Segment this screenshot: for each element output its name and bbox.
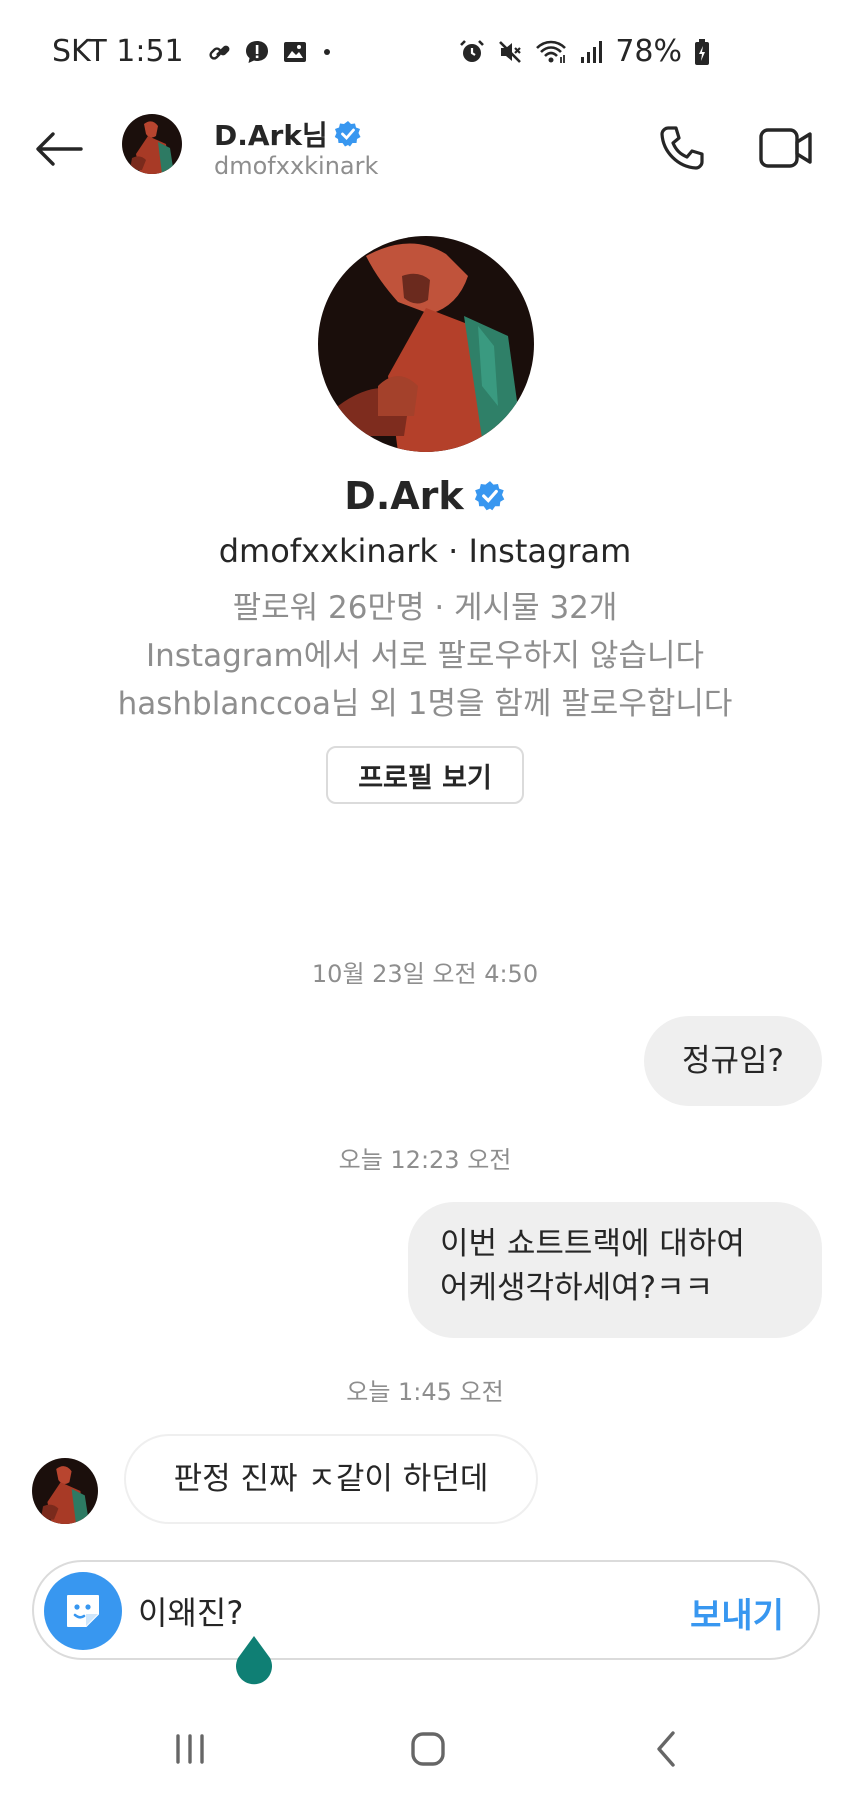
- status-bar: SKT 1:51 78%: [0, 0, 850, 100]
- profile-username-line: dmofxxkinark · Instagram: [218, 532, 632, 570]
- sticker-button[interactable]: [44, 1572, 122, 1650]
- message-text-line: 이번 쇼트트랙에 대하여: [440, 1226, 745, 1262]
- outgoing-message[interactable]: 정규임?: [644, 1016, 822, 1106]
- voice-call-button[interactable]: [652, 118, 712, 178]
- status-left: SKT 1:51: [52, 34, 334, 69]
- message-timestamp: 오늘 1:45 오전: [346, 1378, 504, 1406]
- video-camera-icon: [759, 128, 812, 168]
- profile-stats: 팔로워 26만명 · 게시물 32개: [232, 590, 618, 626]
- message-timestamp: 오늘 12:23 오전: [338, 1146, 512, 1174]
- message-text: 판정 진짜 ㅈ같이 하던데: [173, 1461, 489, 1497]
- header-name: D.Ark님: [214, 119, 328, 152]
- phone-icon: [660, 126, 704, 170]
- image-icon: [283, 41, 306, 62]
- profile-avatar[interactable]: [318, 236, 534, 452]
- avatar-image: [122, 114, 182, 174]
- video-call-button[interactable]: [754, 118, 818, 178]
- signal-icon: [581, 40, 603, 63]
- verified-badge-icon: [334, 121, 361, 147]
- wifi-icon: [536, 40, 567, 63]
- header-username: dmofxxkinark: [214, 152, 379, 180]
- incoming-message[interactable]: 판정 진짜 ㅈ같이 하던데: [124, 1434, 538, 1524]
- nav-back-button[interactable]: [636, 1724, 696, 1774]
- alarm-icon: [460, 39, 485, 62]
- profile-avatar-image: [318, 236, 534, 452]
- follow-status: Instagram에서 서로 팔로우하지 않습니다: [145, 638, 705, 674]
- mutual-followers: hashblanccoa님 외 1명을 함께 팔로우합니다: [117, 686, 733, 722]
- battery-icon: [695, 38, 709, 65]
- back-button[interactable]: [30, 120, 88, 178]
- profile-name: D.Ark: [344, 474, 464, 518]
- header-avatar[interactable]: [122, 114, 182, 174]
- message-composer: 보내기: [32, 1560, 820, 1660]
- battery-percent: 78%: [615, 34, 682, 69]
- sticker-icon: [67, 1595, 99, 1627]
- message-input[interactable]: [138, 1586, 658, 1636]
- status-right: 78%: [459, 34, 710, 69]
- sender-avatar[interactable]: [32, 1458, 98, 1524]
- chat-header: D.Ark님 dmofxxkinark: [0, 100, 850, 210]
- arrow-left-icon: [36, 132, 83, 166]
- dot-icon: [323, 48, 330, 55]
- home-icon: [411, 1732, 445, 1766]
- carrier-time: SKT 1:51: [52, 34, 184, 69]
- link-icon: [209, 45, 230, 60]
- header-name-row: D.Ark님: [214, 114, 362, 154]
- message-text-line: 어케생각하세여?ㅋㅋ: [440, 1270, 714, 1306]
- mute-icon: [499, 40, 522, 63]
- profile-name-row: D.Ark: [0, 474, 850, 518]
- text-cursor-handle[interactable]: [232, 1634, 276, 1688]
- view-profile-button[interactable]: 프로필 보기: [326, 746, 524, 804]
- avatar-image: [32, 1458, 98, 1524]
- verified-badge-icon: [474, 481, 504, 511]
- alert-icon: [245, 40, 268, 63]
- message-text: 정규임?: [681, 1043, 784, 1079]
- chevron-left-icon: [657, 1731, 675, 1767]
- status-icons-left: [208, 39, 334, 65]
- recent-apps-button[interactable]: [160, 1724, 220, 1774]
- recents-icon: [176, 1734, 204, 1764]
- message-timestamp: 10월 23일 오전 4:50: [311, 960, 539, 988]
- outgoing-message[interactable]: 이번 쇼트트랙에 대하여 어케생각하세여?ㅋㅋ: [408, 1202, 822, 1338]
- send-button[interactable]: 보내기: [690, 1588, 784, 1637]
- system-nav-bar: [0, 1700, 850, 1795]
- home-button[interactable]: [398, 1724, 458, 1774]
